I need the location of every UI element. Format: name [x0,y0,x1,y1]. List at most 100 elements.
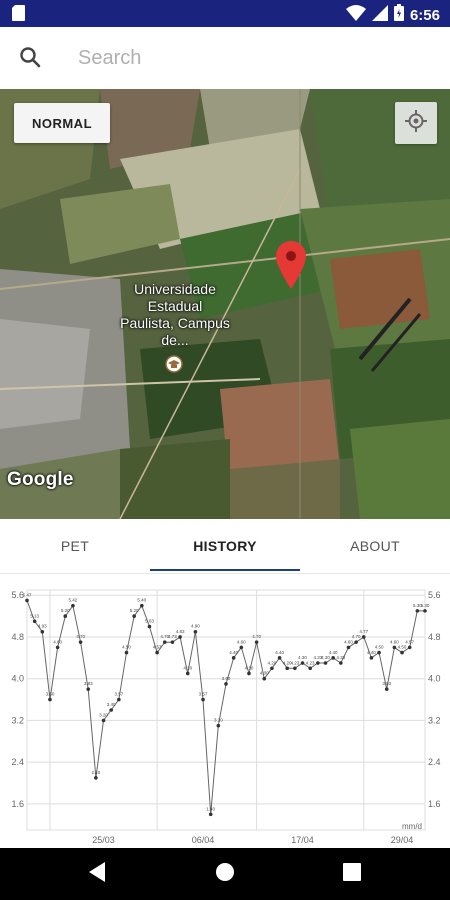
data-point [201,697,205,702]
data-label: 4.57 [405,639,414,644]
y-tick-label-right: 5.6 [428,590,441,600]
recents-button[interactable] [322,848,382,900]
data-point [400,650,404,655]
map-type-button[interactable]: NORMAL [14,103,110,143]
data-label: 2.10 [92,770,101,775]
data-point [71,603,75,608]
data-label: 4.50 [375,645,384,650]
data-point [94,776,98,780]
data-point [300,661,305,665]
data-point [285,666,290,671]
data-label: 4.23 [291,660,300,665]
data-point [308,666,312,671]
data-point [384,687,389,691]
y-tick-label-right: 2.4 [428,757,441,767]
signal-icon [371,4,388,26]
data-label: 4.83 [176,629,185,634]
data-point [407,645,412,650]
data-label: 4.60 [53,639,62,644]
data-label: 3.83 [382,681,391,686]
data-point [193,629,198,634]
university-icon[interactable] [165,355,183,378]
crosshair-icon [405,109,427,137]
data-point [63,614,68,618]
data-point [25,598,29,603]
data-point [55,645,60,650]
data-point [78,640,83,644]
search-icon[interactable] [18,45,42,74]
data-point [48,697,52,702]
plot-border [26,589,426,831]
search-bar [0,27,450,89]
sd-card-icon [12,5,25,26]
data-label: 4.00 [260,671,269,676]
home-button[interactable] [195,848,255,900]
data-label: 3.10 [214,718,223,723]
data-point [377,650,381,655]
back-icon [89,861,107,887]
my-location-button[interactable] [395,102,437,144]
data-point [109,708,113,712]
data-label: 4.40 [229,650,238,655]
data-point [361,635,366,639]
data-point [239,645,244,650]
data-point [415,609,420,613]
tab-about[interactable]: ABOUT [300,519,450,573]
history-chart: 1.6 1.6 2.4 2.4 3.2 3.2 4.0 4.0 4.8 4.8 5.6 5.6 25/0… [0,574,450,848]
recents-icon [343,862,361,886]
data-label: 5.13 [30,613,39,618]
map-view[interactable]: NORMAL Universidade Estadual Paulista, C… [0,89,450,519]
data-point [262,676,267,681]
tab-pet[interactable]: PET [0,519,150,573]
data-label: 4.10 [183,665,192,670]
y-tick-label-right: 3.2 [428,715,441,725]
data-point [293,666,297,671]
data-point [392,645,397,650]
data-label: 4.70 [352,634,361,639]
data-point [216,723,221,728]
data-point [117,697,121,702]
data-label: 3.57 [199,692,208,697]
data-label: 3.57 [114,692,123,697]
search-input[interactable] [78,41,418,75]
data-label: 3.60 [46,692,55,697]
x-tick-label: 06/04 [192,835,215,845]
back-button[interactable] [68,848,128,900]
wifi-icon [345,4,366,26]
place-label[interactable]: Universidade Estadual Paulista, Campus d… [120,281,230,349]
data-point [132,614,136,618]
y-tick-label-left: 1.6 [11,799,24,809]
data-label: 4.53 [153,645,162,650]
data-label: 4.60 [237,639,246,644]
data-point [247,671,251,676]
data-label: 3.20 [99,712,108,717]
data-label: 4.50 [122,645,131,650]
x-tick-label: 29/04 [391,835,414,845]
y-tick-label-left: 2.4 [11,757,24,767]
data-label: 4.30 [321,655,330,660]
data-label: 5.40 [137,598,146,603]
location-marker-icon[interactable] [276,241,306,294]
data-point [254,640,259,644]
x-tick-label: 25/03 [92,835,115,845]
data-label: 5.20 [61,608,70,613]
status-bar: 6:56 [0,0,450,27]
data-label: 4.20 [268,660,277,665]
data-label: 4.70 [76,634,85,639]
data-point [208,812,213,817]
data-point [155,650,159,655]
data-label: 5.20 [130,608,139,613]
data-label: 4.70 [252,634,261,639]
data-point [147,624,152,629]
battery-icon [393,4,404,26]
data-point [162,640,167,644]
data-point [101,718,106,723]
line-chart: 1.6 1.62.4 2.43.2 3.24.0 4.04.8 4.85.6 5.625/0… [11,589,441,845]
data-label: 3.40 [107,702,116,707]
home-icon [215,862,235,887]
data-point [185,671,190,676]
data-point [124,650,129,655]
y-tick-label-left: 3.2 [11,715,24,725]
data-point [178,635,182,639]
tab-history[interactable]: HISTORY [150,519,300,573]
